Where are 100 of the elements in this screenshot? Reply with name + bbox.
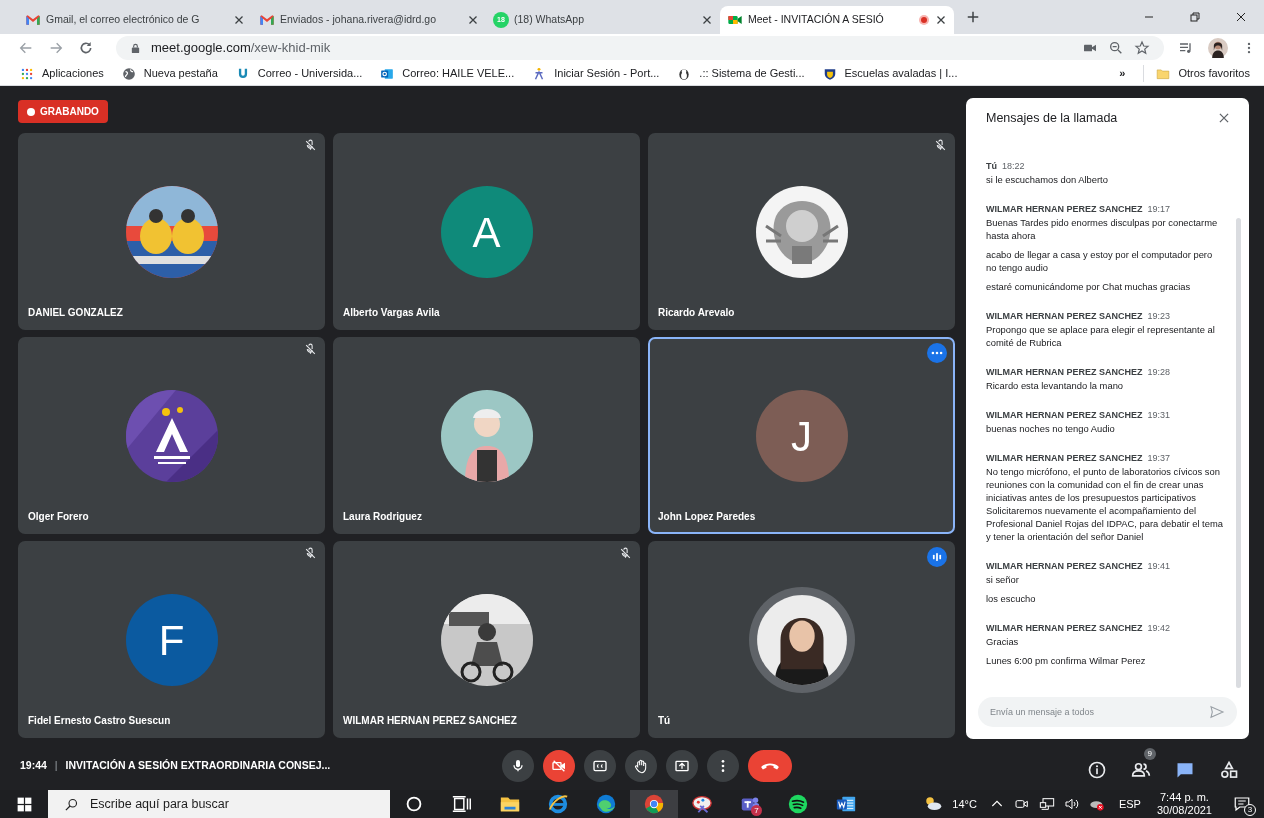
chat-message: Gracias <box>986 635 1020 648</box>
bookmark[interactable]: Correo: HAILE VELE... <box>380 65 515 82</box>
end-call-icon <box>761 761 779 770</box>
chat-message: Ricardo esta levantando la mano <box>986 379 1125 392</box>
chat-message: si le escuchamos don Alberto <box>986 173 1109 186</box>
video-tile[interactable]: J John Lopez Paredes <box>648 337 955 534</box>
bookmark[interactable]: Escuelas avaladas | I... <box>822 65 958 82</box>
activities-icon <box>1219 759 1239 780</box>
microphone-button[interactable] <box>502 749 534 782</box>
participant-name: Laura Rodriguez <box>342 510 423 524</box>
info-icon <box>1087 759 1107 780</box>
taskbar-app[interactable] <box>630 790 678 818</box>
tab-title: (18) WhatsApp <box>514 12 586 28</box>
message-time: 19:41 <box>1147 560 1171 573</box>
participant-name: Ricardo Arevalo <box>657 306 736 320</box>
chat-message: No tengo micrófono, el punto de laboratorios cívicos son reuniones con la comunidad con el fin de crear unas iniciativas antes de los presupuestos participativos Solicitaremos nuevamente el acompañamiento del Profesional Daniel Rojas del IDPAC, para debatir el tema y tener la orientación del señor Daniel <box>986 465 1223 543</box>
close-icon[interactable] <box>467 14 479 26</box>
search-field[interactable]: Escribe aquí para buscar <box>48 790 390 818</box>
profile-avatar-icon[interactable] <box>1208 38 1228 58</box>
mail-icon <box>25 12 41 28</box>
meeting-title: INVITACIÓN A SESIÓN EXTRAORDINARIA CONSEJ... <box>65 757 331 773</box>
bookmark-folder[interactable]: Otros favoritos <box>1143 65 1250 82</box>
scrollbar[interactable] <box>1236 218 1241 688</box>
video-tile[interactable]: WILMAR HERNAN PEREZ SANCHEZ <box>333 541 640 738</box>
participant-name: John Lopez Paredes <box>657 510 757 524</box>
taskbar-app[interactable]: 7 <box>726 790 774 818</box>
more-options-button[interactable] <box>927 343 947 363</box>
star-icon[interactable] <box>1134 40 1150 56</box>
message-time: 19:31 <box>1147 409 1171 422</box>
separator: | <box>54 757 58 773</box>
bookmark[interactable]: .:: Sistema de Gesti... <box>677 65 805 82</box>
message-time: 18:22 <box>1002 160 1025 173</box>
raise-hand-button[interactable] <box>625 749 657 782</box>
chat-message: acabo de llegar a casa y estoy por el computador pero no tengo audio <box>986 248 1214 274</box>
tab-title: Gmail, el correo electrónico de G <box>46 12 201 28</box>
message-sender: Tú <box>986 160 997 173</box>
message-sender: WILMAR HERNAN PEREZ SANCHEZ <box>986 366 1143 379</box>
captions-button[interactable] <box>584 749 616 782</box>
microphone-icon <box>510 757 526 774</box>
shield-icon <box>822 66 837 81</box>
present-screen-button[interactable] <box>666 749 698 782</box>
task-view-icon <box>451 793 473 815</box>
video-tile[interactable]: Olger Forero <box>18 337 325 534</box>
mail-icon <box>380 66 395 81</box>
raise-hand-icon <box>633 757 649 774</box>
video-tile[interactable]: F Fidel Ernesto Castro Suescun <box>18 541 325 738</box>
close-icon[interactable] <box>701 14 713 26</box>
video-tile[interactable]: DANIEL GONZALEZ <box>18 133 325 330</box>
clock-date[interactable]: 30/08/2021 <box>1156 804 1212 817</box>
temperature[interactable]: 14°C <box>952 795 977 813</box>
zoom-out-icon[interactable] <box>1108 40 1124 56</box>
message-sender: WILMAR HERNAN PEREZ SANCHEZ <box>986 622 1143 635</box>
message-time: 19:37 <box>1147 452 1171 465</box>
notifications-button[interactable]: 3 <box>1220 790 1264 818</box>
message-input[interactable]: Envía un mensaje a todos <box>978 697 1237 727</box>
chat-message: Buenas Tardes pido enormes disculpas por conectarme hasta ahora <box>986 216 1219 242</box>
url-text[interactable]: meet.google.com/xew-khid-mik <box>151 38 331 58</box>
media-icon[interactable] <box>1178 40 1194 56</box>
search-icon <box>64 797 79 812</box>
participant-name: WILMAR HERNAN PEREZ SANCHEZ <box>342 714 518 728</box>
participant-name: DANIEL GONZALEZ <box>27 306 124 320</box>
volume-icon[interactable] <box>1063 796 1080 812</box>
participant-name: Tú <box>657 714 672 728</box>
clock-time[interactable]: 7:44 p. m. <box>1160 791 1209 804</box>
video-tile[interactable]: Ricardo Arevalo <box>648 133 955 330</box>
camera-button[interactable] <box>543 749 575 782</box>
reload-icon[interactable] <box>78 40 94 56</box>
browser-tab[interactable]: Enviados - johana.rivera@idrd.go <box>252 6 486 34</box>
restore-icon[interactable] <box>1187 9 1203 25</box>
message-time: 19:28 <box>1147 366 1171 379</box>
video-tile[interactable]: Tú <box>648 541 955 738</box>
participant-name: Fidel Ernesto Castro Suescun <box>27 714 172 728</box>
video-tile[interactable]: Laura Rodriguez <box>333 337 640 534</box>
bookmark[interactable]: Nueva pestaña <box>121 65 218 82</box>
people-button[interactable]: 9 <box>1126 747 1156 784</box>
windows-logo-icon <box>16 796 32 812</box>
bookmarks-overflow-button[interactable]: » <box>1119 65 1126 82</box>
music-app-icon <box>787 793 809 815</box>
browser-tab[interactable]: Gmail, el correo electrónico de G <box>18 6 252 34</box>
end-call-button[interactable] <box>748 749 792 782</box>
count-badge: 3 <box>1244 804 1256 816</box>
message-time: 19:23 <box>1147 310 1171 323</box>
participant-name: Alberto Vargas Avila <box>342 306 441 320</box>
bookmark[interactable]: Aplicaciones <box>20 65 104 82</box>
tab-title: Enviados - johana.rivera@idrd.go <box>280 12 437 28</box>
avatar-initial: A <box>440 186 533 278</box>
close-icon[interactable] <box>233 14 245 26</box>
browser-tab[interactable]: Meet - INVITACIÓN A SESIÓ <box>720 6 954 34</box>
close-icon[interactable] <box>935 14 947 26</box>
chat-message: buenas noches no tengo Audio <box>986 422 1116 435</box>
close-icon[interactable] <box>1217 111 1231 125</box>
video-tile[interactable]: A Alberto Vargas Avila <box>333 133 640 330</box>
globe-icon <box>121 66 136 81</box>
bookmark[interactable]: Correo - Universida... <box>235 65 363 82</box>
bookmark[interactable]: Iniciar Sesión - Port... <box>532 65 660 82</box>
new-tab-icon[interactable] <box>966 10 980 24</box>
network-icon[interactable] <box>1038 796 1055 812</box>
recording-badge: GRABANDO <box>18 100 108 123</box>
chat-message: si señor <box>986 573 1020 586</box>
language-indicator[interactable]: ESP <box>1118 795 1141 813</box>
